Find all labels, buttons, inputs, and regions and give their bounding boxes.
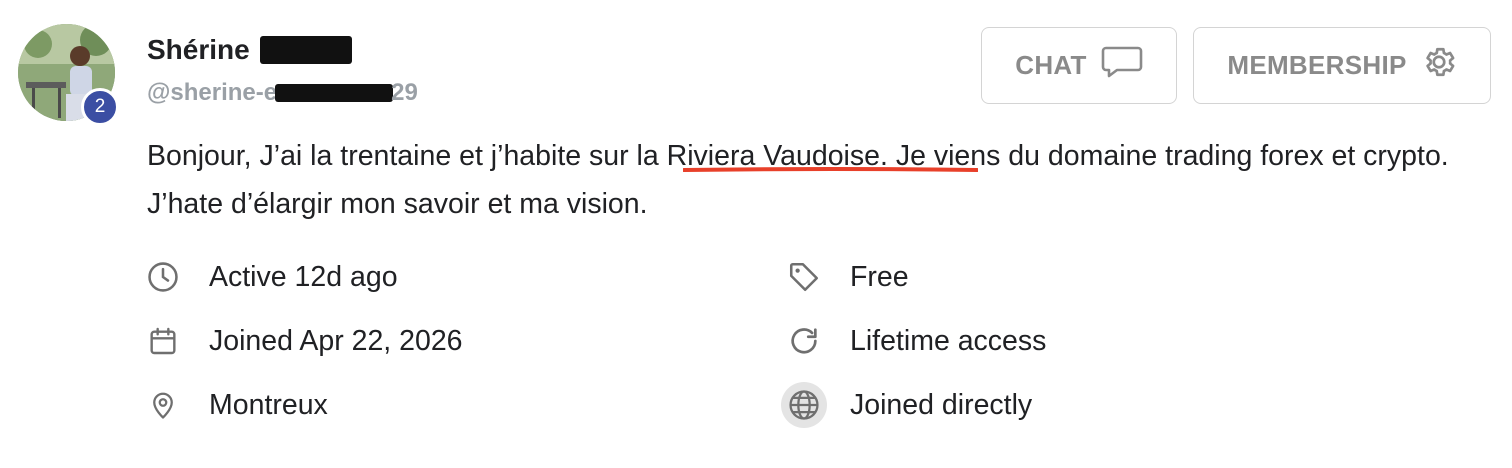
membership-label: MEMBERSHIP	[1227, 50, 1407, 80]
membership-button[interactable]: MEMBERSHIP	[1193, 27, 1491, 104]
level-badge: 2	[81, 88, 119, 126]
detail-text: Joined directly	[850, 388, 1033, 421]
bio-text-start: Bonjour, J’ai la trentaine et j’habite s…	[147, 140, 637, 172]
profile-name-row: Shérine	[147, 30, 352, 70]
underline-annotation	[683, 167, 978, 172]
profile-handle-end: 29	[391, 79, 418, 106]
detail-text: Montreux	[209, 388, 328, 421]
globe-icon	[781, 382, 827, 428]
chat-button[interactable]: CHAT	[981, 27, 1177, 104]
detail-text: Free	[850, 260, 909, 293]
chat-bubble-icon	[1101, 45, 1143, 86]
gear-icon	[1421, 44, 1457, 87]
detail-access: Lifetime access	[786, 317, 1046, 365]
detail-joined-date: Joined Apr 22, 2026	[145, 317, 463, 365]
redaction-mark	[275, 84, 394, 102]
profile-handle: @sherine-e	[147, 79, 278, 106]
detail-join-method: Joined directly	[781, 381, 1032, 429]
clock-icon	[145, 259, 181, 295]
profile-bio: Bonjour, J’ai la trentaine et j’habite s…	[147, 132, 1477, 228]
tag-icon	[786, 259, 822, 295]
detail-price: Free	[786, 253, 909, 301]
detail-text: Lifetime access	[850, 324, 1047, 357]
redaction-mark	[259, 36, 352, 64]
detail-text: Active 12d ago	[209, 260, 398, 293]
detail-location: Montreux	[145, 381, 328, 429]
profile-name: Shérine	[147, 34, 250, 65]
profile-handle-row: @sherine-e 29	[147, 77, 418, 109]
detail-last-active: Active 12d ago	[145, 253, 398, 301]
detail-text: Joined Apr 22, 2026	[209, 324, 463, 357]
location-pin-icon	[145, 387, 181, 423]
calendar-icon	[145, 323, 181, 359]
refresh-icon	[786, 323, 822, 359]
chat-label: CHAT	[1015, 50, 1087, 80]
